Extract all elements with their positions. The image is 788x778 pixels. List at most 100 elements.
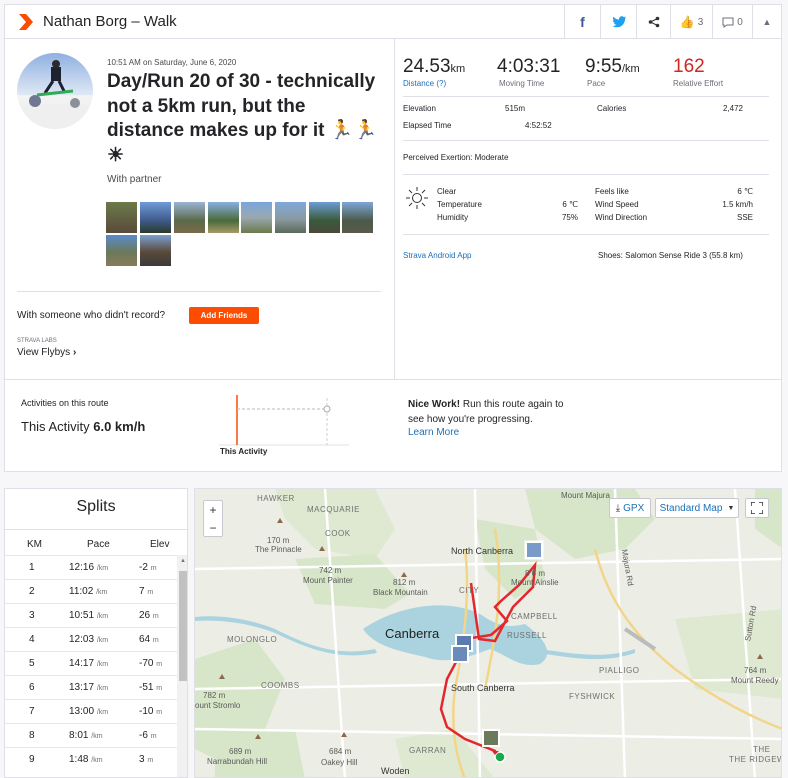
- distance-label[interactable]: Distance (?): [403, 79, 446, 88]
- zoom-in-button[interactable]: +: [209, 501, 216, 519]
- map-label-black-mountain: Black Mountain: [373, 588, 428, 597]
- walk-type-icon: [19, 14, 33, 30]
- wind-speed-label: Wind Speed: [595, 200, 639, 209]
- share-icon: [648, 16, 659, 28]
- relative-effort-value[interactable]: 162: [673, 56, 705, 78]
- split-km: 6: [29, 682, 35, 693]
- split-pace-value: 13:00: [69, 706, 95, 717]
- pace-unit: /km: [621, 63, 640, 75]
- split-pace: 12:16 /km: [69, 562, 108, 573]
- map-label-russell: RUSSELL: [507, 631, 547, 640]
- fullscreen-icon: [751, 502, 763, 514]
- share-button[interactable]: [636, 5, 670, 39]
- learn-more-link[interactable]: Learn More: [408, 427, 459, 438]
- split-elev-value: -6: [139, 730, 148, 741]
- split-km: 2: [29, 586, 35, 597]
- divider: [403, 96, 769, 97]
- photo-thumbnail[interactable]: [140, 202, 171, 233]
- table-row: 3 10:51 /km 26 m: [5, 603, 177, 627]
- chevron-right-icon: ›: [72, 347, 77, 358]
- split-elev-unit: m: [156, 709, 163, 716]
- map-type-label: Standard Map: [659, 502, 723, 514]
- map-type-select[interactable]: Standard Map ▼: [655, 498, 739, 518]
- photo-thumbnail[interactable]: [106, 235, 137, 266]
- elevation-label: Elevation: [403, 104, 436, 113]
- temperature-label: Temperature: [437, 200, 482, 209]
- split-elev: -2 m: [139, 562, 157, 573]
- avatar[interactable]: [17, 53, 93, 129]
- map-label-ridgeway: THE RIDGEWAY: [729, 755, 781, 764]
- photo-thumbnail[interactable]: [174, 202, 205, 233]
- split-elev-unit: m: [156, 661, 163, 668]
- scroll-up-icon[interactable]: ▲: [180, 558, 186, 564]
- this-activity-label: This Activity: [21, 419, 90, 434]
- activity-header: Nathan Borg – Walk f 👍 3 0 ▲: [5, 5, 781, 39]
- split-pace: 1:48 /km: [69, 754, 103, 765]
- photo-thumbnail[interactable]: [106, 202, 137, 233]
- kudos-button[interactable]: 👍 3: [670, 5, 712, 39]
- sun-icon: [406, 187, 428, 209]
- map-label-mount-majura: Mount Majura: [561, 491, 610, 500]
- map-label-mount-ainslie: Mount Ainslie: [511, 578, 559, 587]
- distance-unit: km: [450, 63, 466, 75]
- view-flybys-label: View Flybys: [17, 347, 71, 358]
- photo-thumbnail[interactable]: [208, 202, 239, 233]
- split-pace-unit: /km: [96, 589, 108, 596]
- map-label-the-pinnacle: The Pinnacle: [255, 545, 302, 554]
- map-canvas[interactable]: [195, 489, 782, 778]
- view-flybys-link[interactable]: View Flybys ›: [17, 347, 76, 358]
- chart-this-activity-label: This Activity: [220, 447, 268, 456]
- facebook-share-button[interactable]: f: [564, 5, 600, 39]
- nice-work-message: Nice Work! Run this route again to see h…: [408, 397, 578, 427]
- scrollbar[interactable]: ▲: [177, 555, 187, 777]
- split-elev-value: 64: [139, 634, 151, 645]
- wind-direction-value: SSE: [736, 213, 753, 222]
- split-elev: 7 m: [139, 586, 153, 597]
- comment-icon: [722, 17, 734, 28]
- map-label-molonglo: MOLONGLO: [227, 635, 278, 644]
- comments-button[interactable]: 0: [712, 5, 752, 39]
- split-pace-unit: /km: [96, 685, 109, 692]
- route-map[interactable]: HAWKER MACQUARIE COOK 170 m The Pinnacle…: [194, 488, 782, 778]
- twitter-icon: [611, 16, 626, 28]
- elapsed-time-label: Elapsed Time: [403, 121, 452, 130]
- split-pace: 12:03 /km: [69, 634, 108, 645]
- photo-thumbnail[interactable]: [241, 202, 272, 233]
- col-pace: Pace: [87, 539, 110, 550]
- column-divider: [394, 39, 395, 379]
- map-label-black-elev: 812 m: [393, 578, 416, 587]
- map-label-campbell: CAMPBELL: [511, 612, 558, 621]
- split-elev: 64 m: [139, 634, 159, 645]
- fullscreen-button[interactable]: [745, 498, 769, 518]
- photo-thumbnail[interactable]: [309, 202, 340, 233]
- split-pace-unit: /km: [91, 757, 103, 764]
- split-elev-value: 7: [139, 586, 145, 597]
- divider: [403, 174, 769, 175]
- split-km: 7: [29, 706, 35, 717]
- photo-thumbnail[interactable]: [275, 202, 306, 233]
- split-pace-value: 11:02: [69, 586, 94, 597]
- photo-thumbnail[interactable]: [140, 235, 171, 266]
- this-activity-speed: This Activity 6.0 km/h: [21, 419, 145, 434]
- split-pace-unit: /km: [96, 709, 109, 716]
- split-pace-unit: /km: [96, 613, 109, 620]
- temperature-value: 6 ℃: [562, 200, 578, 209]
- add-friends-button[interactable]: Add Friends: [189, 307, 259, 324]
- device-link[interactable]: Strava Android App: [403, 251, 472, 260]
- gpx-button[interactable]: ⤓ GPX: [609, 498, 651, 518]
- table-row: 9 1:48 /km 3 m: [5, 747, 177, 771]
- friends-prompt: With someone who didn't record?: [17, 310, 166, 321]
- split-elev-unit: m: [150, 733, 157, 740]
- nice-work-bold: Nice Work!: [408, 399, 461, 410]
- scrollbar-thumb[interactable]: [179, 571, 187, 681]
- twitter-share-button[interactable]: [600, 5, 636, 39]
- map-label-pialligo: PIALLIGO: [599, 666, 640, 675]
- comments-count: 0: [737, 16, 743, 28]
- zoom-out-button[interactable]: −: [209, 519, 216, 537]
- split-km: 1: [29, 562, 35, 573]
- collapse-button[interactable]: ▲: [752, 5, 781, 39]
- map-label-painter-elev: 742 m: [319, 566, 342, 575]
- calories-value: 2,472: [722, 104, 743, 113]
- photo-thumbnail[interactable]: [342, 202, 373, 233]
- map-label-pinnacle-elev: 170 m: [267, 536, 290, 545]
